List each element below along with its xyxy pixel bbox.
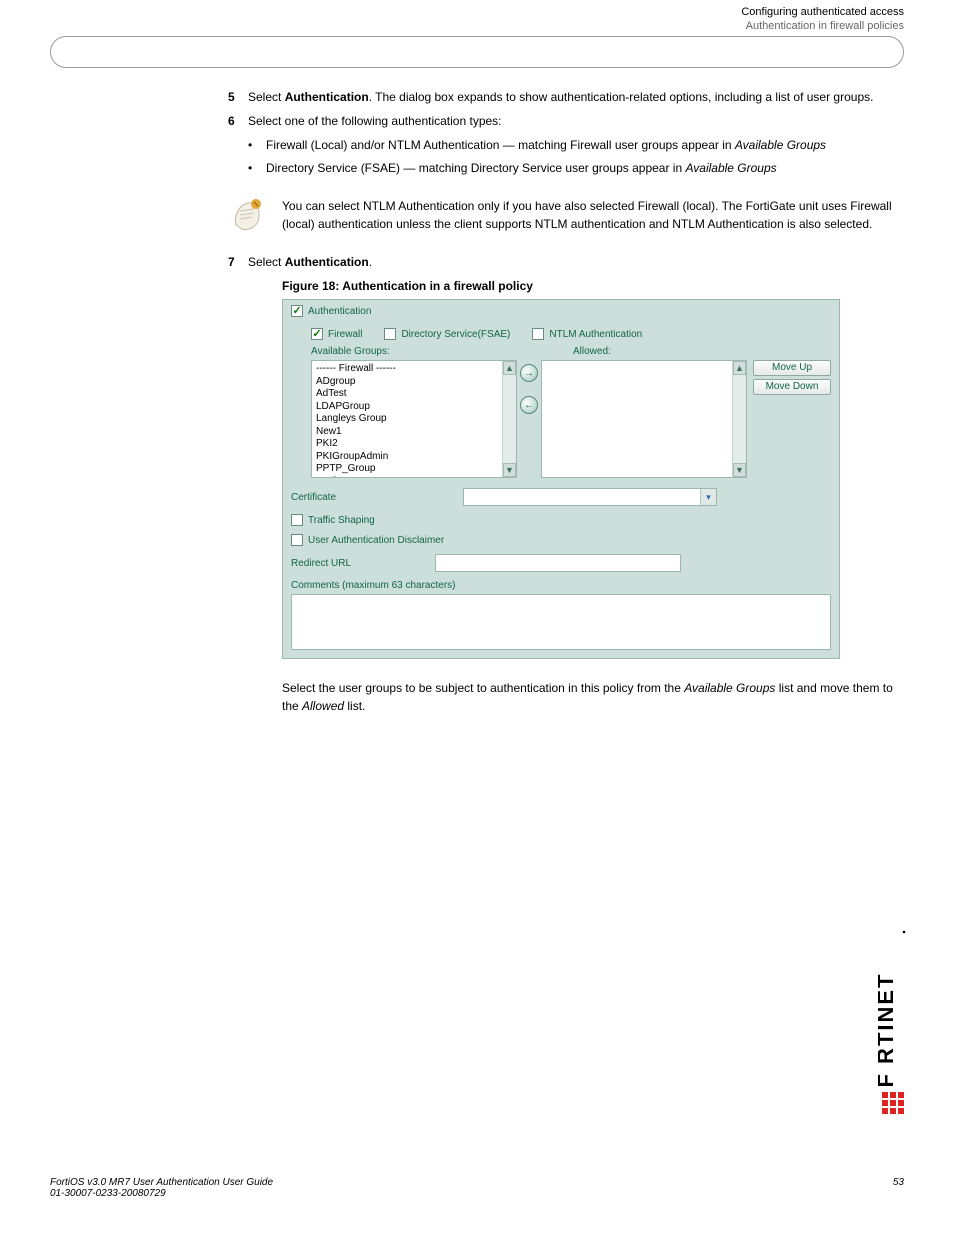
text: — matching Directory Service user groups… bbox=[403, 161, 685, 175]
text-bold: Authentication bbox=[285, 255, 369, 269]
bullet-item: • Firewall (Local) and/or NTLM Authentic… bbox=[248, 136, 899, 154]
traffic-shaping-checkbox[interactable] bbox=[291, 514, 303, 526]
text: Directory Service (FSAE) bbox=[266, 161, 403, 175]
redirect-url-input[interactable] bbox=[435, 554, 681, 572]
label-text: Directory Service(FSAE) bbox=[401, 329, 510, 340]
move-right-button[interactable]: → bbox=[520, 364, 538, 382]
firewall-checkbox[interactable] bbox=[311, 328, 323, 340]
scroll-up-icon[interactable]: ▲ bbox=[733, 361, 746, 375]
text: Select one of the following authenticati… bbox=[248, 114, 502, 128]
step-number: 7 bbox=[228, 253, 248, 271]
bullet-item: • Directory Service (FSAE) — matching Di… bbox=[248, 159, 899, 177]
step-body: Select Authentication. The dialog box ex… bbox=[248, 88, 899, 106]
page-footer: FortiOS v3.0 MR7 User Authentication Use… bbox=[50, 1177, 904, 1199]
step-body: Select Authentication. bbox=[248, 253, 899, 271]
redirect-url-label: Redirect URL bbox=[291, 558, 423, 569]
header-rule bbox=[50, 36, 904, 68]
step-7: 7 Select Authentication. bbox=[228, 253, 899, 271]
comments-label: Comments (maximum 63 characters) bbox=[283, 576, 839, 594]
page-number: 53 bbox=[864, 1177, 904, 1199]
certificate-label: Certificate bbox=[291, 492, 451, 503]
text-italic: Available Groups bbox=[684, 681, 775, 695]
post-figure-text: Select the user groups to be subject to … bbox=[282, 679, 899, 715]
text: . bbox=[369, 255, 372, 269]
list-item[interactable]: ------ Firewall ------ bbox=[316, 363, 512, 376]
list-item[interactable]: LDAPGroup bbox=[316, 401, 512, 414]
step-number: 6 bbox=[228, 112, 248, 185]
label-text: NTLM Authentication bbox=[549, 329, 642, 340]
authentication-checkbox[interactable] bbox=[291, 305, 303, 317]
text-italic: Available Groups bbox=[735, 138, 826, 152]
scrollbar[interactable]: ▲ ▼ bbox=[502, 361, 516, 477]
text: list. bbox=[344, 699, 365, 713]
comments-textarea[interactable] bbox=[291, 594, 831, 650]
svg-text:F RTINET: F RTINET bbox=[878, 973, 898, 1088]
bullet-dot: • bbox=[248, 136, 266, 154]
move-up-button[interactable]: Move Up bbox=[753, 360, 831, 376]
move-left-button[interactable]: ← bbox=[520, 396, 538, 414]
list-item[interactable]: PKIGroupAdmin bbox=[316, 451, 512, 464]
list-item[interactable]: PPTP_Group bbox=[316, 463, 512, 476]
move-down-button[interactable]: Move Down bbox=[753, 379, 831, 395]
text: — matching Firewall user groups appear i… bbox=[503, 138, 735, 152]
auth-panel: Authentication Firewall Directory Servic… bbox=[282, 299, 840, 659]
fortinet-logo: F RTINET bbox=[878, 930, 908, 1130]
note-text: You can select NTLM Authentication only … bbox=[282, 197, 899, 233]
available-groups-label: Available Groups: bbox=[311, 346, 545, 357]
text-bold: Authentication bbox=[285, 90, 369, 104]
auth-type-row: Firewall Directory Service(FSAE) NTLM Au… bbox=[283, 322, 839, 344]
disclaimer-checkbox[interactable] bbox=[291, 534, 303, 546]
ntlm-checkbox[interactable] bbox=[532, 328, 544, 340]
text: Firewall (Local) and/or NTLM Authenticat… bbox=[266, 138, 503, 152]
authentication-label: Authentication bbox=[308, 306, 371, 317]
ntlm-checkbox-label[interactable]: NTLM Authentication bbox=[532, 328, 642, 340]
allowed-listbox[interactable]: ▲ ▼ bbox=[541, 360, 747, 478]
auth-header-row: Authentication bbox=[283, 300, 839, 322]
label-text: Firewall bbox=[328, 329, 362, 340]
note-callout: You can select NTLM Authentication only … bbox=[228, 195, 899, 235]
figure-caption: Figure 18: Authentication in a firewall … bbox=[282, 279, 899, 293]
text: Select bbox=[248, 255, 285, 269]
note-icon bbox=[228, 195, 268, 235]
dirserv-checkbox[interactable] bbox=[384, 328, 396, 340]
step-number: 5 bbox=[228, 88, 248, 106]
bullet-dot: • bbox=[248, 159, 266, 177]
text-italic: Allowed bbox=[302, 699, 344, 713]
scrollbar[interactable]: ▲ ▼ bbox=[732, 361, 746, 477]
scroll-down-icon[interactable]: ▼ bbox=[503, 463, 516, 477]
list-item[interactable]: New1 bbox=[316, 426, 512, 439]
header-section: Authentication in firewall policies bbox=[0, 20, 954, 36]
traffic-shaping-label: Traffic Shaping bbox=[308, 515, 375, 526]
list-item[interactable]: PKI2 bbox=[316, 438, 512, 451]
step-5: 5 Select Authentication. The dialog box … bbox=[228, 88, 899, 106]
header-chapter: Configuring authenticated access bbox=[0, 0, 954, 20]
dirserv-checkbox-label[interactable]: Directory Service(FSAE) bbox=[384, 328, 510, 340]
footer-docid: 01-30007-0233-20080729 bbox=[50, 1188, 273, 1199]
scroll-down-icon[interactable]: ▼ bbox=[733, 463, 746, 477]
footer-title: FortiOS v3.0 MR7 User Authentication Use… bbox=[50, 1177, 273, 1188]
scroll-up-icon[interactable]: ▲ bbox=[503, 361, 516, 375]
list-item[interactable]: AdTest bbox=[316, 388, 512, 401]
text: Select the user groups to be subject to … bbox=[282, 681, 684, 695]
text: Select bbox=[248, 90, 285, 104]
list-item[interactable]: Langleys Group bbox=[316, 413, 512, 426]
step-6: 6 Select one of the following authentica… bbox=[228, 112, 899, 185]
list-item[interactable]: ADgroup bbox=[316, 376, 512, 389]
disclaimer-label: User Authentication Disclaimer bbox=[308, 535, 444, 546]
step-body: Select one of the following authenticati… bbox=[248, 112, 899, 185]
text: . The dialog box expands to show authent… bbox=[369, 90, 874, 104]
firewall-checkbox-label[interactable]: Firewall bbox=[311, 328, 362, 340]
certificate-select[interactable]: ▾ bbox=[463, 488, 717, 506]
list-item[interactable]: RadiusGroup bbox=[316, 476, 512, 479]
chevron-down-icon[interactable]: ▾ bbox=[700, 489, 716, 505]
available-groups-listbox[interactable]: ------ Firewall ------ADgroupAdTestLDAPG… bbox=[311, 360, 517, 478]
allowed-label: Allowed: bbox=[573, 346, 611, 357]
text-italic: Available Groups bbox=[685, 161, 776, 175]
